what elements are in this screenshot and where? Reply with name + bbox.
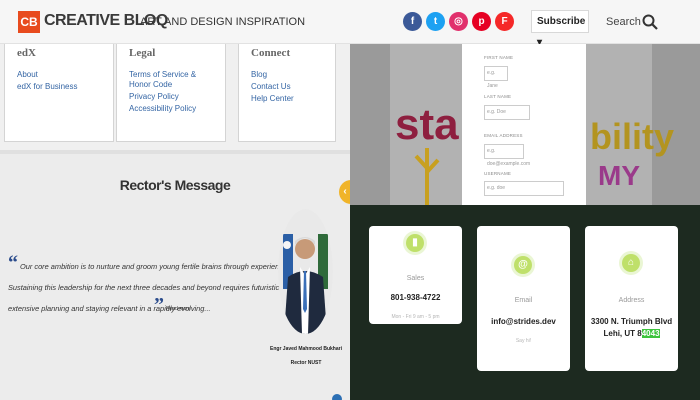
address-line-2: Lehi, UT 84043 [603,329,660,338]
card-label: Email [514,297,533,304]
contact-card-address: ⌂ Address 3300 N. Triumph Blvd Lehi, UT … [585,226,678,371]
first-name-input[interactable]: e.g. Jane [484,66,508,89]
signup-form: FIRST NAME e.g. Jane LAST NAME e.g. Doe … [462,44,586,205]
footer-heading: Connect [251,47,291,59]
rector-name: Engr Javed Mahmood Bukhari [270,346,342,352]
rector-role: Rector NUST [290,360,322,366]
location-icon: ⌂ [619,251,643,275]
tree-graphic [414,148,440,205]
scroll-indicator[interactable] [332,394,342,400]
instagram-icon[interactable]: ◎ [449,12,468,31]
footer-heading: Legal [129,47,156,59]
search-icon[interactable] [642,14,658,30]
logo-mark[interactable]: CB [18,11,40,33]
phone-icon: ▮ [403,231,427,255]
search-label[interactable]: Search [606,16,641,28]
contact-section: ▮ Sales 801-938-4722 Mon - Fri 9 am - 5 … [350,205,700,400]
rector-message-section: Rector's Message “ Our core ambition is … [0,150,350,400]
site-header: CB CREATIVE BLOQ ART AND DESIGN INSPIRAT… [0,0,700,48]
email-label: EMAIL ADDRESS [484,133,523,138]
background-text: MY [598,160,640,191]
subscribe-button[interactable]: Subscribe ▾ [531,10,589,48]
background-text: bility [590,116,675,157]
open-quote-icon: “ [8,252,18,274]
footer-link-accessibility[interactable]: Accessibility Policy [129,104,196,113]
tagline: ART AND DESIGN INSPIRATION [140,16,306,28]
background-text: sta [395,100,459,149]
email-input[interactable]: e.g. doe@example.com [484,144,530,167]
section-title: Rector's Message [119,177,231,193]
card-note: Say hi! [515,338,532,344]
facebook-icon[interactable]: f [403,12,422,31]
footer-column-connect: Connect Blog Contact Us Help Center [238,44,336,142]
footer-link-privacy[interactable]: Privacy Policy [129,92,179,101]
read-more-link[interactable]: Read more [166,306,191,312]
username-label: USERNAME [484,171,512,176]
card-label: Sales [406,275,425,282]
footer-link-help[interactable]: Help Center [251,94,294,103]
card-label: Address [618,297,645,304]
pinterest-icon[interactable]: p [472,12,491,31]
address-line-1: 3300 N. Triumph Blvd [590,317,673,326]
footer-link-about[interactable]: About [17,70,38,79]
username-input[interactable]: e.g. doe [484,181,564,196]
quote-line: Sustaining this leadership for the next … [8,283,309,292]
edx-footer: edX About edX for Business Legal Terms o… [0,44,350,150]
footer-link-honor[interactable]: Honor Code [129,80,172,89]
footer-column-edx: edX About edX for Business [4,44,114,142]
last-name-input[interactable]: e.g. Doe [484,105,530,120]
rector-photo [278,209,333,334]
signup-section: sta bility MY FIRST NAME e.g. Jane LAST … [350,44,700,205]
footer-link-terms[interactable]: Terms of Service & [129,70,196,79]
footer-link-business[interactable]: edX for Business [17,82,77,91]
footer-link-blog[interactable]: Blog [251,70,267,79]
first-name-label: FIRST NAME [484,55,514,60]
contact-card-email: @ Email info@strides.dev Say hi! [477,226,570,371]
last-name-label: LAST NAME [484,94,512,99]
at-icon: @ [511,253,535,277]
phone-number[interactable]: 801-938-4722 [369,293,462,302]
flipboard-icon[interactable]: F [495,12,514,31]
close-quote-icon: ” [154,294,164,316]
footer-column-legal: Legal Terms of Service & Honor Code Priv… [116,44,226,142]
contact-card-sales: ▮ Sales 801-938-4722 Mon - Fri 9 am - 5 … [369,226,462,324]
highlighted-zip: 4043 [641,329,660,338]
card-note: Mon - Fri 9 am - 5 pm [391,314,440,320]
email-address[interactable]: info@strides.dev [477,317,570,326]
twitter-icon[interactable]: t [426,12,445,31]
footer-heading: edX [17,47,36,59]
footer-link-contact[interactable]: Contact Us [251,82,291,91]
quote-line: Our core ambition is to nurture and groo… [20,262,320,271]
